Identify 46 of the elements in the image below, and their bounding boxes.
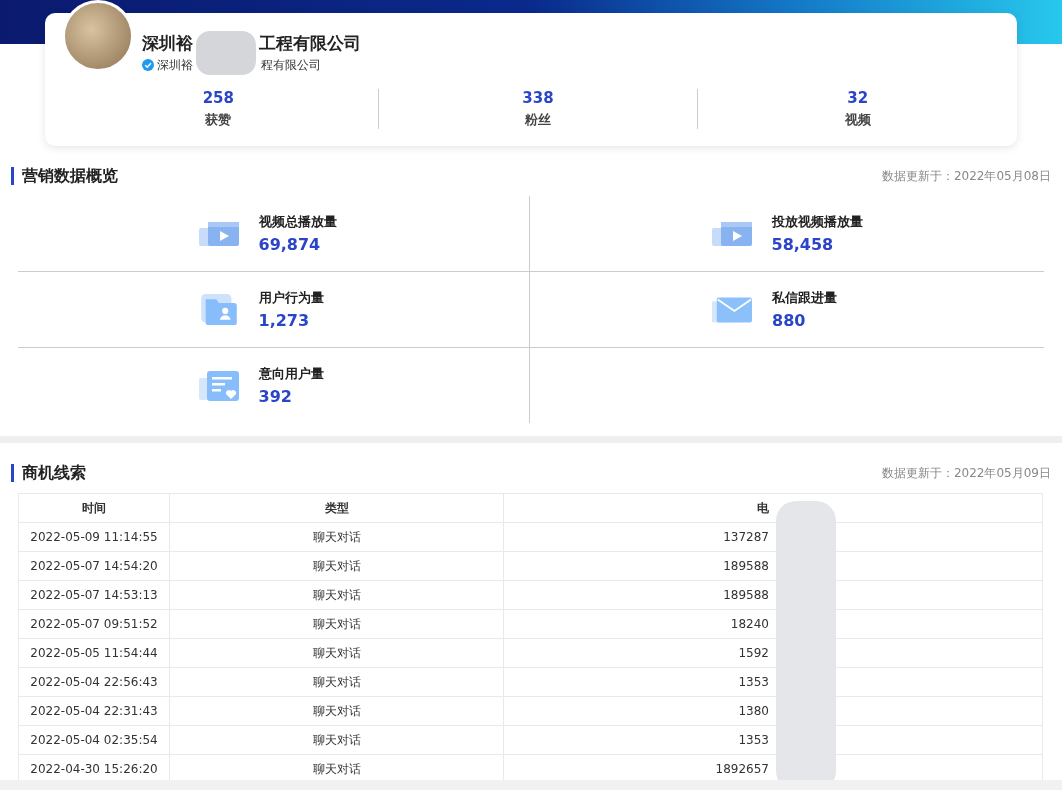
table-cell: 2022-05-07 14:54:20 bbox=[18, 551, 170, 581]
metric-value: 880 bbox=[772, 311, 807, 330]
metric-value: 69,874 bbox=[258, 235, 322, 254]
stat-value: 258 bbox=[202, 89, 234, 107]
metric-label: 视频总播放量 bbox=[258, 213, 338, 231]
section-title: 商机线索 bbox=[11, 464, 86, 482]
column-header: 时间 bbox=[18, 493, 170, 523]
section-title: 营销数据概览 bbox=[11, 167, 118, 185]
metric-value: 1,273 bbox=[258, 311, 311, 330]
table-cell: 2022-05-04 22:56:43 bbox=[18, 667, 170, 697]
metric-value: 58,458 bbox=[771, 235, 835, 254]
table-cell: 聊天对话 bbox=[169, 522, 504, 552]
table-cell: 2022-05-04 22:31:43 bbox=[18, 696, 170, 726]
table-cell: 2022-05-04 02:35:54 bbox=[18, 725, 170, 755]
heart-list-icon bbox=[198, 369, 239, 402]
table-cell: 聊天对话 bbox=[169, 551, 504, 581]
company-subtitle: 深圳裕 bbox=[157, 56, 193, 74]
table-cell: 聊天对话 bbox=[169, 696, 504, 726]
stat-value: 338 bbox=[522, 89, 554, 107]
redaction-blur bbox=[196, 31, 256, 75]
table-cell: 聊天对话 bbox=[169, 609, 504, 639]
update-time: 数据更新于：2022年05月08日 bbox=[881, 167, 1051, 185]
metric-label: 意向用户量 bbox=[258, 365, 325, 383]
table-cell: 2022-05-09 11:14:55 bbox=[18, 522, 170, 552]
stat-label: 粉丝 bbox=[525, 111, 551, 129]
company-name: 工程有限公司 bbox=[259, 31, 361, 55]
table-cell: 聊天对话 bbox=[169, 667, 504, 697]
column-header: 电 bbox=[503, 493, 1043, 523]
table-cell: 2022-05-07 09:51:52 bbox=[18, 609, 170, 639]
metric-label: 用户行为量 bbox=[258, 289, 325, 307]
stat-value: 32 bbox=[847, 89, 869, 107]
column-header: 类型 bbox=[169, 493, 504, 523]
company-subtitle: 程有限公司 bbox=[261, 56, 321, 74]
table-cell: 聊天对话 bbox=[169, 638, 504, 668]
folder-user-icon bbox=[198, 293, 239, 326]
table-cell: 2022-05-07 14:53:13 bbox=[18, 580, 170, 610]
metric-value: 392 bbox=[258, 387, 293, 406]
stat-label: 视频 bbox=[844, 111, 871, 129]
metric-label: 私信跟进量 bbox=[772, 289, 838, 307]
update-time: 数据更新于：2022年05月09日 bbox=[881, 464, 1051, 482]
table-cell: 聊天对话 bbox=[169, 725, 504, 755]
company-name: 深圳裕 bbox=[142, 31, 193, 55]
stat-label: 获赞 bbox=[205, 111, 232, 129]
table-cell: 2022-05-05 11:54:44 bbox=[18, 638, 170, 668]
table-cell: 聊天对话 bbox=[169, 580, 504, 610]
metric-label: 投放视频播放量 bbox=[771, 213, 863, 231]
